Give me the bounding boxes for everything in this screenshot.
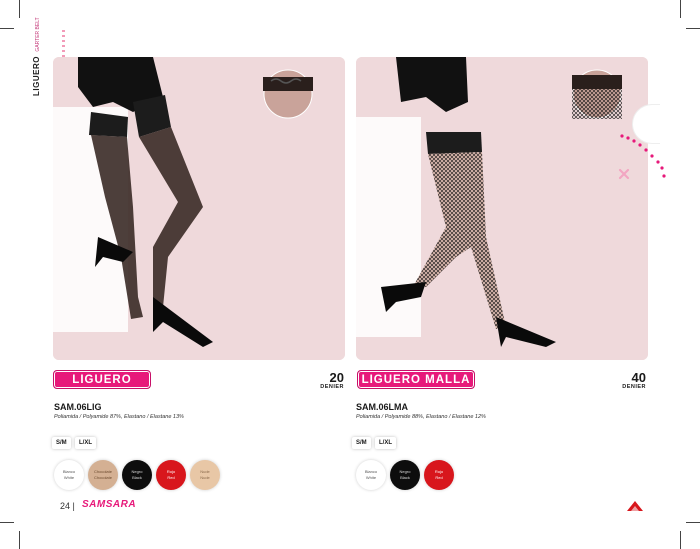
- color-name-en: White: [63, 475, 75, 480]
- size-option: L/XL: [375, 437, 396, 449]
- side-category-label: LIGUERO GARTER BELT: [26, 17, 41, 140]
- product-code: SAM.06LIG: [54, 402, 102, 412]
- crop-mark: [19, 0, 20, 18]
- product-code: SAM.06LMA: [356, 402, 409, 412]
- size-option: L/XL: [75, 437, 96, 449]
- denier-label: DENIER: [622, 384, 646, 390]
- color-name-en: Chocolate: [93, 475, 112, 480]
- page-number-value: 24: [60, 501, 71, 511]
- product-composition: Poliamida / Polyamide 88%, Elastano / El…: [356, 414, 486, 420]
- page-number: 24 |: [60, 501, 75, 511]
- crop-mark: [680, 531, 681, 549]
- brand-logo: SAMSARA: [82, 499, 137, 510]
- color-swatch-black: Negro Black: [122, 460, 152, 490]
- denier-number: 20: [329, 370, 344, 385]
- size-option: S/M: [352, 437, 371, 449]
- detail-zoom-circle: [263, 69, 313, 119]
- denier-value: 40 DENIER: [600, 371, 646, 390]
- color-name-en: White: [365, 475, 377, 480]
- color-name-en: Black: [400, 475, 410, 480]
- color-swatch-white: Blanco White: [356, 460, 386, 490]
- color-swatch-red: Rojo Red: [156, 460, 186, 490]
- product-photo-liguero-malla: [356, 57, 648, 360]
- side-subtitle: GARTER BELT: [35, 17, 41, 52]
- crop-mark: [686, 522, 700, 523]
- brand-badge-icon: [627, 501, 643, 511]
- size-option: S/M: [52, 437, 71, 449]
- denier-number: 40: [631, 370, 646, 385]
- crop-mark: [686, 28, 700, 29]
- color-swatch-black: Negro Black: [390, 460, 420, 490]
- denier-label: DENIER: [320, 384, 344, 390]
- crop-mark: [0, 28, 14, 29]
- color-name-en: Black: [132, 475, 142, 480]
- color-swatch-red: Rojo Red: [424, 460, 454, 490]
- crop-mark: [680, 0, 681, 18]
- denier-value: 20 DENIER: [300, 371, 344, 390]
- product-photo-liguero: [53, 57, 345, 360]
- product-composition: Poliamida / Polyamide 87%, Elastano / El…: [54, 414, 184, 420]
- close-icon: [618, 168, 630, 180]
- crop-mark: [19, 531, 20, 549]
- color-swatch-white: Blanco White: [54, 460, 84, 490]
- crop-mark: [0, 522, 14, 523]
- color-swatch-nude: Nude Nude: [190, 460, 220, 490]
- decorative-dots: [618, 134, 666, 180]
- color-name-en: Red: [167, 475, 175, 480]
- product-name-pill: LIGUERO: [53, 370, 151, 389]
- product-name-pill: LIGUERO MALLA: [357, 370, 475, 389]
- color-swatch-chocolate: Chocolate Chocolate: [88, 460, 118, 490]
- color-name-en: Nude: [200, 475, 210, 480]
- detail-zoom-circle: [572, 69, 622, 119]
- color-name-en: Red: [435, 475, 443, 480]
- side-title: LIGUERO: [32, 56, 41, 96]
